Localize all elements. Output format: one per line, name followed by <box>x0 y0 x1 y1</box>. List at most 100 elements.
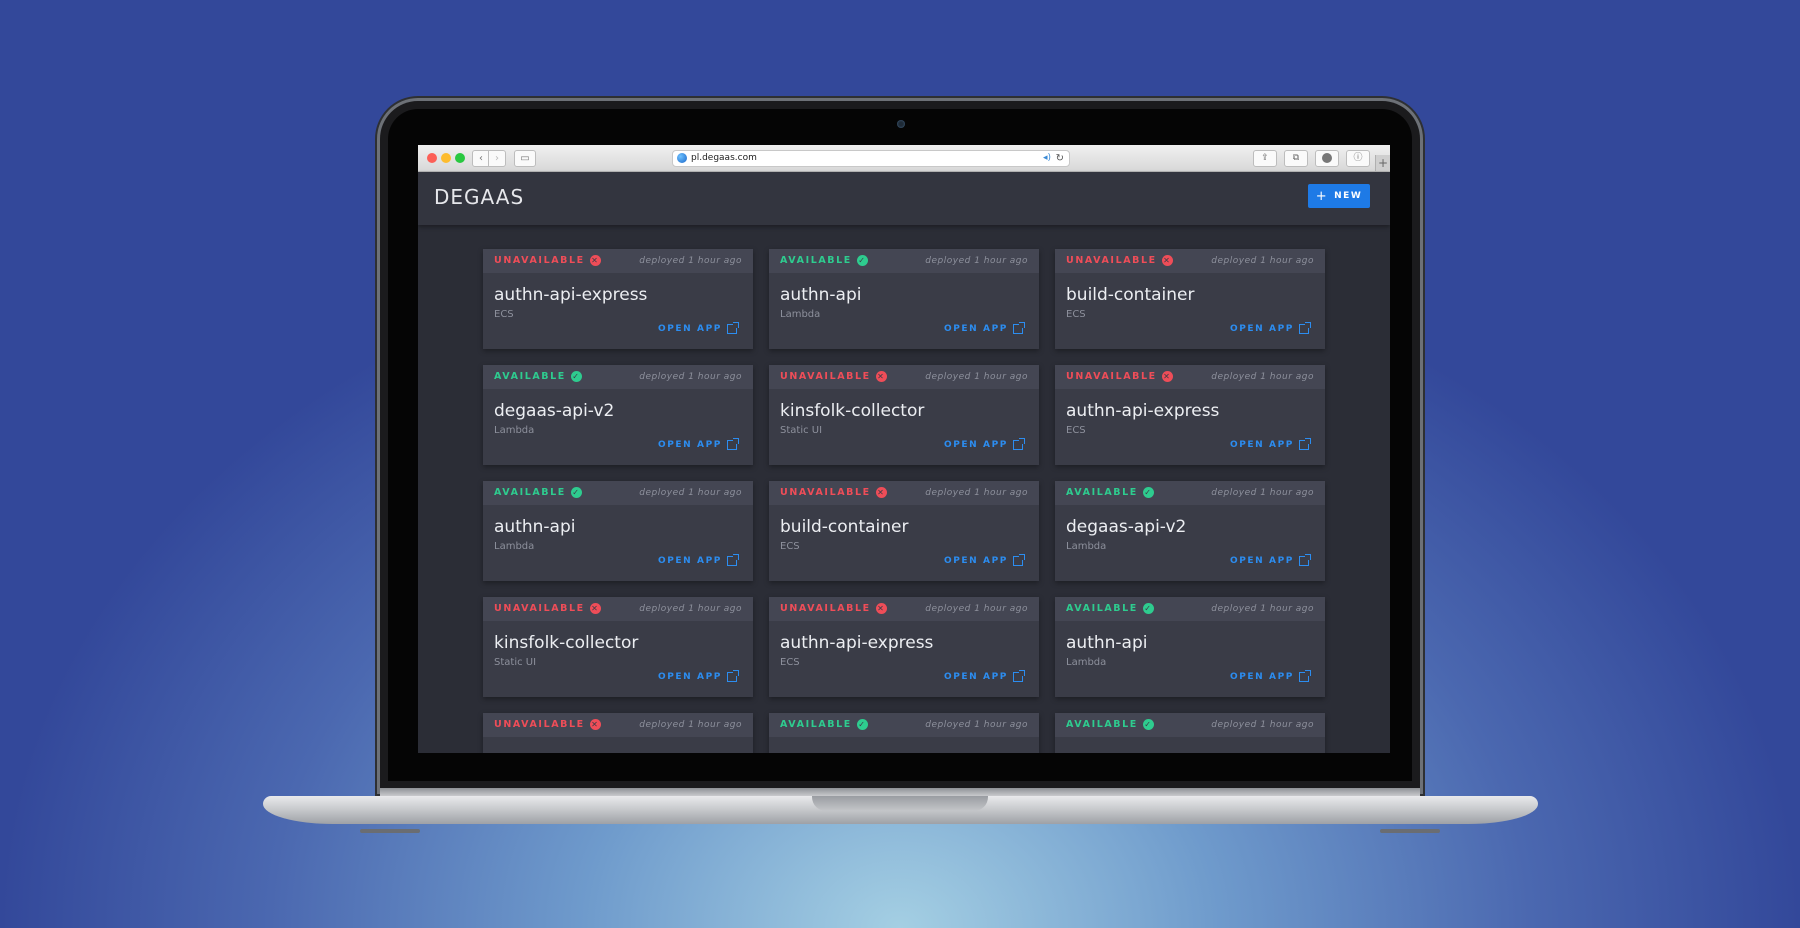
deployed-time: deployed 1 hour ago <box>639 256 742 266</box>
open-app-link[interactable]: OPEN APP <box>944 322 1025 334</box>
app-name: kinsfolk-collector <box>494 633 639 653</box>
app-card: AVAILABLE ✓ deployed 1 hour ago authn-ap… <box>483 481 753 581</box>
share-icon: ⇪ <box>1261 153 1269 163</box>
extension-icon <box>1322 153 1332 163</box>
open-app-link[interactable]: OPEN APP <box>943 670 1025 682</box>
open-app-label: OPEN APP <box>943 440 1008 450</box>
app-card: UNAVAILABLE ✕ deployed 1 hour ago build-… <box>1055 249 1325 349</box>
brand-logo[interactable]: DEGAAS <box>434 185 524 209</box>
open-app-label: OPEN APP <box>1229 556 1294 566</box>
card-header: UNAVAILABLE ✕ deployed 1 hour ago <box>483 597 753 621</box>
external-link-icon <box>1299 554 1311 566</box>
close-window-button[interactable] <box>427 153 437 163</box>
tabs-button[interactable]: ⧉ <box>1284 150 1308 167</box>
status-badge: UNAVAILABLE ✕ <box>1066 255 1173 266</box>
status-badge: UNAVAILABLE ✕ <box>494 603 601 614</box>
extension-button[interactable] <box>1315 150 1339 167</box>
status-badge: UNAVAILABLE ✕ <box>780 487 887 498</box>
deployed-time: deployed 1 hour ago <box>1211 720 1314 730</box>
app-type: Static UI <box>494 657 537 668</box>
external-link-icon <box>727 670 739 682</box>
open-app-link[interactable]: OPEN APP <box>657 438 739 450</box>
app-card: UNAVAILABLE ✕ deployed 1 hour ago build-… <box>769 481 1039 581</box>
status-label: UNAVAILABLE <box>1066 255 1157 266</box>
deployed-time: deployed 1 hour ago <box>925 488 1028 498</box>
status-label: UNAVAILABLE <box>1066 371 1157 382</box>
status-badge: AVAILABLE ✓ <box>780 255 868 266</box>
address-bar[interactable]: pl.degaas.com ◂) ↻ <box>672 150 1070 167</box>
external-link-icon <box>1013 322 1025 334</box>
card-header: AVAILABLE ✓ deployed 1 hour ago <box>1055 597 1325 621</box>
open-app-link[interactable]: OPEN APP <box>657 322 739 334</box>
app-name: authn-api <box>780 285 862 305</box>
deployed-time: deployed 1 hour ago <box>925 256 1028 266</box>
external-link-icon <box>1013 670 1025 682</box>
app-card: AVAILABLE ✓ deployed 1 hour ago <box>769 713 1039 753</box>
card-header: AVAILABLE ✓ deployed 1 hour ago <box>1055 481 1325 505</box>
status-label: AVAILABLE <box>494 371 566 382</box>
speaker-icon[interactable]: ◂) <box>1043 151 1051 166</box>
deployed-time: deployed 1 hour ago <box>925 372 1028 382</box>
sidebar-toggle-button[interactable]: ▭ <box>514 150 536 167</box>
open-app-link[interactable]: OPEN APP <box>1230 322 1311 334</box>
card-header: UNAVAILABLE ✕ deployed 1 hour ago <box>1055 249 1325 273</box>
open-app-link[interactable]: OPEN APP <box>657 670 739 682</box>
open-app-label: OPEN APP <box>943 556 1008 566</box>
share-button[interactable]: ⇪ <box>1253 150 1277 167</box>
external-link-icon <box>1299 438 1311 450</box>
chevron-right-icon: › <box>495 153 499 164</box>
app-card: UNAVAILABLE ✕ deployed 1 hour ago authn-… <box>483 249 753 349</box>
open-app-link[interactable]: OPEN APP <box>1229 554 1311 566</box>
status-badge: AVAILABLE ✓ <box>494 371 582 382</box>
forward-button[interactable]: › <box>488 150 506 167</box>
reload-icon[interactable]: ↻ <box>1056 151 1064 166</box>
card-header: UNAVAILABLE ✕ deployed 1 hour ago <box>769 481 1039 505</box>
open-app-label: OPEN APP <box>657 672 722 682</box>
app-card: AVAILABLE ✓ deployed 1 hour ago degaas-a… <box>483 365 753 465</box>
globe-icon <box>677 153 687 163</box>
camera <box>897 120 905 128</box>
external-link-icon <box>727 554 739 566</box>
deployed-time: deployed 1 hour ago <box>639 604 742 614</box>
status-badge: UNAVAILABLE ✕ <box>780 603 887 614</box>
app-name: build-container <box>780 517 909 537</box>
open-app-link[interactable]: OPEN APP <box>1230 438 1311 450</box>
sidebar-icon: ▭ <box>520 153 530 164</box>
check-circle-icon: ✓ <box>570 487 582 498</box>
plus-icon: + <box>1377 156 1389 170</box>
error-circle-icon: ✕ <box>1161 255 1173 266</box>
minimize-window-button[interactable] <box>441 153 451 163</box>
open-app-label: OPEN APP <box>657 440 722 450</box>
browser-toolbar: ‹ › ▭ pl.degaas.com ◂) ↻ ⇪ ⧉ ⓘ + <box>418 145 1390 172</box>
app-type: Static UI <box>780 425 823 436</box>
status-label: AVAILABLE <box>1066 719 1138 730</box>
zoom-window-button[interactable] <box>455 153 465 163</box>
status-label: UNAVAILABLE <box>494 255 585 266</box>
deployed-time: deployed 1 hour ago <box>1211 256 1314 266</box>
status-badge: UNAVAILABLE ✕ <box>780 371 887 382</box>
open-app-label: OPEN APP <box>943 672 1008 682</box>
open-app-label: OPEN APP <box>1229 672 1294 682</box>
info-icon: ⓘ <box>1353 153 1363 163</box>
status-label: UNAVAILABLE <box>494 603 585 614</box>
card-header: UNAVAILABLE ✕ deployed 1 hour ago <box>1055 365 1325 389</box>
status-label: UNAVAILABLE <box>780 487 871 498</box>
open-app-link[interactable]: OPEN APP <box>1229 670 1311 682</box>
app-name: build-container <box>1066 285 1195 305</box>
status-badge: UNAVAILABLE ✕ <box>1066 371 1173 382</box>
error-circle-icon: ✕ <box>1161 371 1173 382</box>
app-card: UNAVAILABLE ✕ deployed 1 hour ago kinsfo… <box>483 597 753 697</box>
external-link-icon <box>727 322 739 334</box>
open-app-link[interactable]: OPEN APP <box>943 554 1025 566</box>
open-app-link[interactable]: OPEN APP <box>943 438 1025 450</box>
open-app-label: OPEN APP <box>657 324 722 334</box>
status-badge: AVAILABLE ✓ <box>1066 603 1154 614</box>
deployed-time: deployed 1 hour ago <box>639 372 742 382</box>
info-button[interactable]: ⓘ <box>1346 150 1370 167</box>
external-link-icon <box>1013 438 1025 450</box>
open-app-link[interactable]: OPEN APP <box>658 554 739 566</box>
error-circle-icon: ✕ <box>875 371 887 382</box>
new-tab-button[interactable]: + <box>1375 155 1390 171</box>
new-app-button[interactable]: + NEW <box>1308 184 1370 208</box>
card-header: UNAVAILABLE ✕ deployed 1 hour ago <box>769 365 1039 389</box>
